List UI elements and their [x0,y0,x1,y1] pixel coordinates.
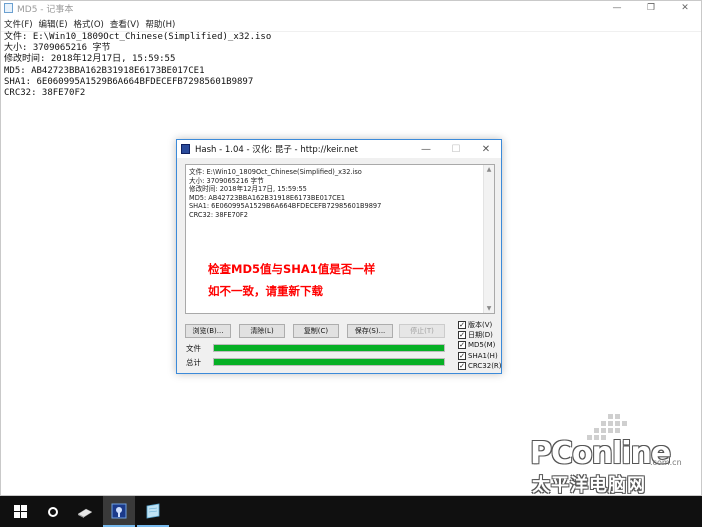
start-button[interactable] [0,496,40,527]
option-version[interactable]: ✓ 版本(V) [458,320,492,330]
notepad-icon [4,3,13,13]
hash-output-text: 文件: E:\Win10_1809Oct_Chinese(Simplified)… [189,168,381,220]
total-progress-bar [213,358,445,366]
hash-output-box[interactable]: 文件: E:\Win10_1809Oct_Chinese(Simplified)… [185,164,495,314]
annotation-redownload: 如不一致，请重新下载 [208,284,323,298]
option-label: 日期(D) [468,331,493,339]
output-line: 修改时间: 2018年12月17日, 15:59:55 [189,185,307,194]
close-button[interactable]: ✕ [471,140,501,158]
hash-title: Hash - 1.04 - 汉化: 昆子 - http://keir.net [195,145,358,155]
taskbar-app-notepad[interactable] [137,496,169,527]
checkbox-icon[interactable]: ✓ [458,352,466,360]
cortana-search-icon [48,506,58,517]
checkbox-icon[interactable]: ✓ [458,341,466,349]
menu-file[interactable]: 文件(F) [4,18,33,30]
option-label: CRC32(R) [468,362,502,370]
close-button[interactable]: ✕ [668,0,702,16]
menu-view[interactable]: 查看(V) [110,18,139,30]
text-line: CRC32: 38FE70F2 [4,88,86,99]
taskbar [0,496,702,527]
notepad-title-bar: MD5 - 记事本 — ❐ ✕ [0,0,702,16]
clear-button[interactable]: 清除(L) [239,324,285,338]
browse-button[interactable]: 浏览(B)... [185,324,231,338]
notepad-app-icon [146,503,160,518]
hash-app-icon [111,503,127,518]
option-label: MD5(M) [468,341,496,349]
windows-start-icon [13,505,27,518]
annotation-check-hashes: 检查MD5值与SHA1值是否一样 [208,262,376,276]
save-button[interactable]: 保存(S)... [347,324,393,338]
file-progress-fill [214,345,444,351]
option-date[interactable]: ✓ 日期(D) [458,330,493,340]
text-line: SHA1: 6E060995A1529B6A664BFDECEFB7298560… [4,76,254,87]
output-scrollbar[interactable]: ▲ ▼ [483,165,494,313]
file-progress-label: 文件 [186,344,201,353]
output-line: MD5: AB42723BBA162B31918E6173BE017CE1 [189,193,346,202]
scroll-up-arrow-icon[interactable]: ▲ [484,165,494,174]
text-line: MD5: AB42723BBA162B31918E6173BE017CE1 [4,65,205,76]
menu-help[interactable]: 帮助(H) [145,18,175,30]
taskbar-app-device[interactable] [70,496,100,527]
checkbox-icon[interactable]: ✓ [458,331,466,339]
text-line: 大小: 3709065216 字节 [4,43,111,54]
pconline-watermark: PConline .com.cn 太平洋电脑网 [530,410,700,496]
notepad-title: MD5 - 记事本 [17,4,74,15]
output-line: 大小: 3709065216 字节 [189,176,264,185]
option-sha1[interactable]: ✓ SHA1(H) [458,352,498,360]
option-label: 版本(V) [468,321,493,329]
cortana-search-button[interactable] [40,496,66,527]
option-label: SHA1(H) [468,352,498,360]
minimize-button[interactable]: — [600,0,634,16]
watermark-chinese: 太平洋电脑网 [532,475,646,496]
output-line: CRC32: 38FE70F2 [189,210,248,219]
device-app-icon [77,508,93,518]
file-progress-bar [213,344,445,352]
hash-dialog: Hash - 1.04 - 汉化: 昆子 - http://keir.net —… [176,139,502,374]
menu-edit[interactable]: 编辑(E) [39,18,68,30]
notepad-menu-bar: 文件(F) 编辑(E) 格式(O) 查看(V) 帮助(H) [0,16,702,32]
maximize-button: ☐ [451,143,461,155]
hash-app-icon [181,144,190,154]
scroll-down-arrow-icon[interactable]: ▼ [484,304,494,313]
taskbar-app-hash[interactable] [103,496,135,527]
copy-button[interactable]: 复制(C) [293,324,339,338]
total-progress-fill [214,359,444,365]
total-progress-label: 总计 [186,358,201,367]
option-crc32[interactable]: ✓ CRC32(R) [458,362,502,370]
restore-button[interactable]: ❐ [634,0,668,16]
output-line: SHA1: 6E060995A1529B6A664BFDECEFB7298560… [189,202,382,211]
output-line: 文件: E:\Win10_1809Oct_Chinese(Simplified)… [189,168,362,176]
checkbox-icon[interactable]: ✓ [458,321,466,329]
hash-title-bar: Hash - 1.04 - 汉化: 昆子 - http://keir.net —… [177,140,501,158]
notepad-text-area[interactable]: 文件: E:\Win10_1809Oct_Chinese(Simplified)… [4,32,694,99]
option-md5[interactable]: ✓ MD5(M) [458,341,495,349]
minimize-button[interactable]: — [411,140,441,158]
checkbox-icon[interactable]: ✓ [458,362,466,370]
menu-format[interactable]: 格式(O) [74,18,104,30]
watermark-domain: .com.cn [650,458,682,467]
stop-button: 停止(T) [399,324,445,338]
text-line: 修改时间: 2018年12月17日, 15:59:55 [4,54,176,65]
text-line: 文件: E:\Win10_1809Oct_Chinese(Simplified)… [4,32,272,42]
